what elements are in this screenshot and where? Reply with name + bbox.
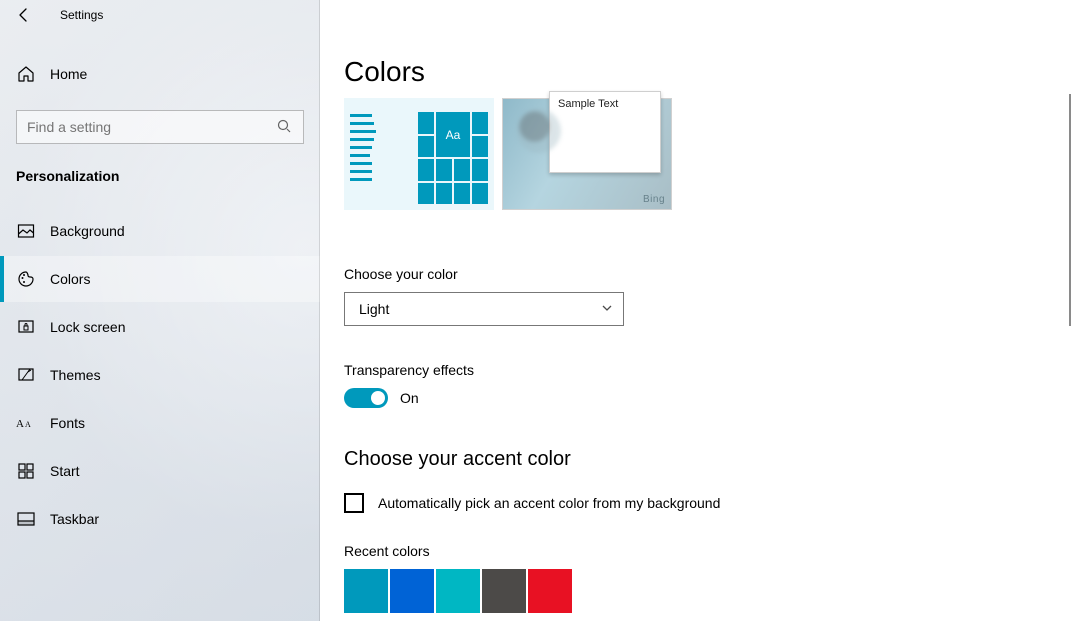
page-title: Colors — [344, 56, 1047, 88]
window-title: Settings — [60, 8, 103, 22]
sidebar-item-start[interactable]: Start — [0, 448, 320, 494]
preview-sample-text: Sample Text — [558, 98, 618, 110]
preview-big-tile: Aa — [436, 112, 470, 157]
recent-colors — [344, 569, 1047, 613]
background-icon — [16, 221, 36, 241]
sidebar-label: Themes — [50, 367, 101, 383]
transparency-toggle[interactable] — [344, 388, 388, 408]
home-icon — [16, 64, 36, 84]
sidebar-home-label: Home — [50, 66, 87, 82]
accent-heading: Choose your accent color — [344, 448, 1047, 471]
back-button[interactable] — [0, 0, 48, 30]
svg-text:A: A — [25, 420, 31, 429]
transparency-state: On — [400, 390, 419, 406]
chevron-down-icon — [601, 301, 613, 317]
palette-icon — [16, 269, 36, 289]
sidebar-label: Taskbar — [50, 511, 99, 527]
arrow-left-icon — [16, 7, 32, 23]
search-input[interactable] — [16, 110, 304, 144]
taskbar-icon — [16, 509, 36, 529]
titlebar: Settings — [0, 0, 1071, 30]
search-wrap — [16, 110, 304, 144]
recent-colors-label: Recent colors — [344, 543, 1047, 559]
sidebar-item-fonts[interactable]: AA Fonts — [0, 400, 320, 446]
choose-color-label: Choose your color — [344, 266, 1047, 282]
bing-watermark: Bing — [643, 194, 665, 205]
transparency-row: On — [344, 388, 1047, 408]
auto-accent-label: Automatically pick an accent color from … — [378, 495, 720, 511]
choose-color-dropdown[interactable]: Light — [344, 292, 624, 326]
sidebar-label: Start — [50, 463, 80, 479]
sidebar-label: Background — [50, 223, 125, 239]
sidebar-item-background[interactable]: Background — [0, 208, 320, 254]
sidebar-item-taskbar[interactable]: Taskbar — [0, 496, 320, 542]
main-content: Colors Aa Sample Text Bing Choose your c… — [320, 0, 1071, 621]
preview-tile-text: Aa — [446, 128, 461, 142]
auto-accent-checkbox[interactable] — [344, 493, 364, 513]
preview-window: Sample Text — [549, 91, 661, 173]
sidebar-label: Lock screen — [50, 319, 125, 335]
sidebar-label: Fonts — [50, 415, 85, 431]
lockscreen-icon — [16, 317, 36, 337]
sidebar-label: Colors — [50, 271, 90, 287]
transparency-label: Transparency effects — [344, 362, 1047, 378]
fonts-icon: AA — [16, 413, 36, 433]
sidebar-home[interactable]: Home — [0, 52, 320, 96]
sidebar: Home Personalization Background Colors L… — [0, 0, 320, 621]
recent-color-swatch[interactable] — [528, 569, 572, 613]
sidebar-item-colors[interactable]: Colors — [0, 256, 320, 302]
auto-accent-row[interactable]: Automatically pick an accent color from … — [344, 493, 1047, 513]
preview-desktop: Sample Text Bing — [502, 98, 672, 210]
sidebar-item-themes[interactable]: Themes — [0, 352, 320, 398]
recent-color-swatch[interactable] — [390, 569, 434, 613]
sidebar-section-label: Personalization — [0, 154, 320, 198]
sidebar-nav: Background Colors Lock screen Themes AA … — [0, 208, 320, 542]
recent-color-swatch[interactable] — [436, 569, 480, 613]
choose-color-value: Light — [359, 301, 389, 317]
recent-color-swatch[interactable] — [482, 569, 526, 613]
svg-text:A: A — [16, 418, 24, 430]
start-icon — [16, 461, 36, 481]
sidebar-item-lockscreen[interactable]: Lock screen — [0, 304, 320, 350]
preview-start-tile: Aa — [344, 98, 494, 210]
themes-icon — [16, 365, 36, 385]
color-preview: Aa Sample Text Bing — [344, 98, 672, 210]
recent-color-swatch[interactable] — [344, 569, 388, 613]
